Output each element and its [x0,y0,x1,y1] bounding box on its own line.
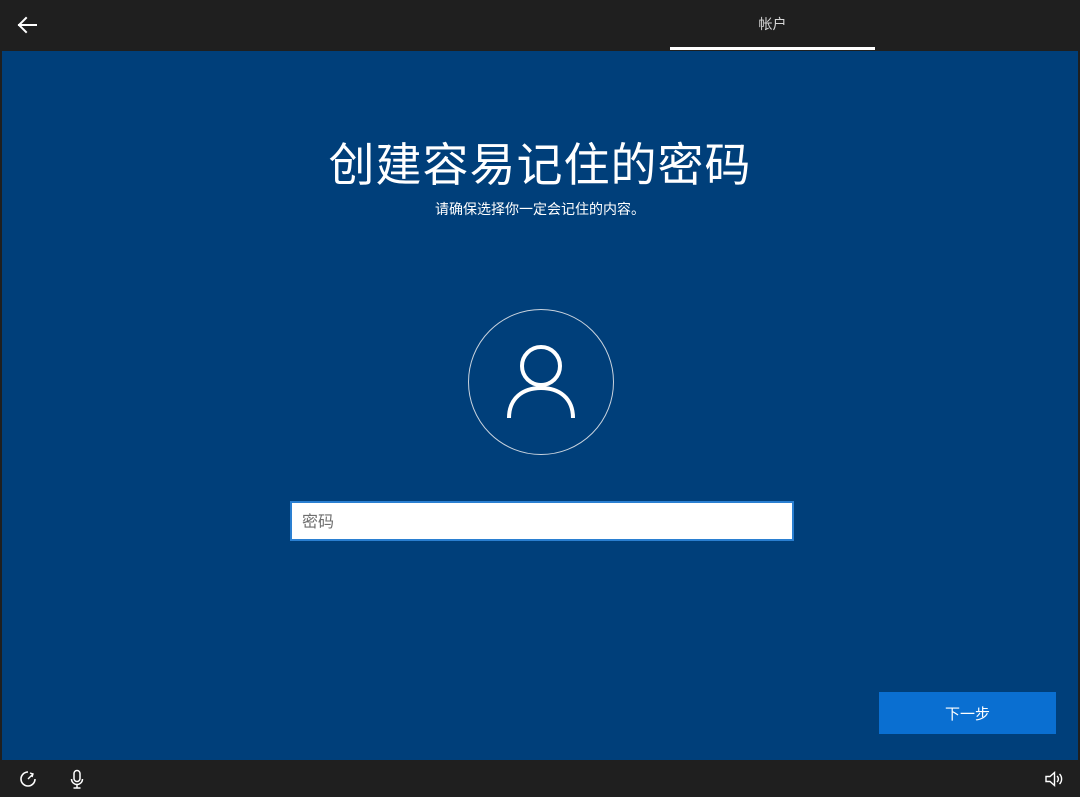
avatar [468,309,614,455]
next-button[interactable]: 下一步 [879,692,1056,734]
microphone-icon [70,769,84,789]
ease-of-access-icon [20,771,36,787]
top-bar: 帐户 [0,0,1080,50]
tab-account[interactable]: 帐户 [670,0,875,50]
main-panel: 创建容易记住的密码 请确保选择你一定会记住的内容。 下一步 [2,51,1078,760]
page-subtitle: 请确保选择你一定会记住的内容。 [435,202,645,218]
ease-of-access-button[interactable] [17,768,39,790]
microphone-button[interactable] [66,768,88,790]
bottom-bar [0,760,1080,797]
volume-icon [1045,770,1063,788]
back-button[interactable] [10,8,44,42]
page-title: 创建容易记住的密码 [328,138,752,192]
volume-button[interactable] [1043,768,1065,790]
user-icon [507,345,575,419]
oobe-window: 帐户 创建容易记住的密码 请确保选择你一定会记住的内容。 下一步 [0,0,1080,797]
password-input[interactable] [290,501,794,541]
back-arrow-icon [17,16,37,34]
